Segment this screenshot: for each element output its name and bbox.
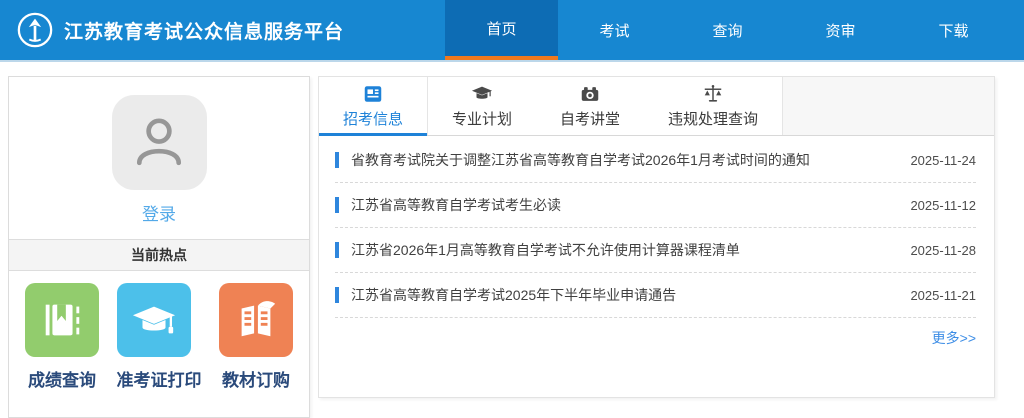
top-header: 江苏教育考试公众信息服务平台 首页 考试 查询 资审 下载 xyxy=(0,0,1024,62)
avatar[interactable] xyxy=(111,95,207,190)
news-date: 2025-11-24 xyxy=(910,152,976,168)
tab-major-plan[interactable]: 专业计划 xyxy=(428,77,537,135)
shortcut-score-query[interactable]: 成绩查询 xyxy=(25,283,99,391)
main-nav: 首页 考试 查询 资审 下载 xyxy=(445,0,1010,60)
shortcut-label: 成绩查询 xyxy=(28,371,96,390)
tab-violation-query[interactable]: 违规处理查询 xyxy=(644,77,783,135)
graduation-cap-icon xyxy=(116,283,191,357)
bullet-bar-icon xyxy=(335,152,339,168)
site-logo-icon xyxy=(16,11,54,49)
content-area: 登录 当前热点 成绩查询 准考证打印 教材订购 招考信息 专业计划 自考讲堂 违… xyxy=(8,76,1016,418)
more-row: 更多>> xyxy=(319,318,994,362)
hot-section-title: 当前热点 xyxy=(9,239,309,271)
bullet-bar-icon xyxy=(335,242,339,258)
more-link[interactable]: 更多>> xyxy=(932,330,976,346)
news-tabbar: 招考信息 专业计划 自考讲堂 违规处理查询 xyxy=(319,77,994,136)
tab-admission-info[interactable]: 招考信息 xyxy=(319,77,429,136)
nav-item-query[interactable]: 查询 xyxy=(671,0,784,60)
tab-label: 违规处理查询 xyxy=(668,111,759,128)
open-book-icon xyxy=(219,283,293,357)
news-date: 2025-11-21 xyxy=(910,287,976,303)
news-item[interactable]: 省教育考试院关于调整江苏省高等教育自学考试2026年1月考试时间的通知 2025… xyxy=(335,138,976,183)
tab-label: 招考信息 xyxy=(343,111,404,128)
news-date: 2025-11-12 xyxy=(910,197,976,213)
nav-item-review[interactable]: 资审 xyxy=(784,0,897,60)
shortcut-admission-ticket[interactable]: 准考证打印 xyxy=(116,283,202,391)
sidebar-panel: 登录 当前热点 成绩查询 准考证打印 教材订购 xyxy=(8,76,310,418)
site-title: 江苏教育考试公众信息服务平台 xyxy=(64,21,345,43)
shortcut-label: 准考证打印 xyxy=(116,371,202,390)
graduation-cap-icon xyxy=(471,83,493,105)
scales-icon xyxy=(702,83,724,105)
tab-label: 专业计划 xyxy=(452,111,513,128)
news-panel: 招考信息 专业计划 自考讲堂 违规处理查询 省教育考试院关于调整江苏省高等教育自… xyxy=(318,76,995,398)
nav-item-exam[interactable]: 考试 xyxy=(558,0,671,60)
user-icon xyxy=(131,114,187,171)
news-title[interactable]: 江苏省高等教育自学考试2025年下半年毕业申请通告 xyxy=(351,285,894,305)
shortcut-grid: 成绩查询 准考证打印 教材订购 xyxy=(9,271,309,417)
login-link[interactable]: 登录 xyxy=(142,200,176,225)
bullet-bar-icon xyxy=(335,287,339,303)
news-item[interactable]: 江苏省2026年1月高等教育自学考试不允许使用计算器课程清单 2025-11-2… xyxy=(335,228,976,273)
news-item[interactable]: 江苏省高等教育自学考试2025年下半年毕业申请通告 2025-11-21 xyxy=(335,273,976,318)
tab-label: 自考讲堂 xyxy=(560,111,621,128)
tabbar-filler xyxy=(782,77,994,135)
book-bookmark-icon xyxy=(25,283,99,357)
news-title[interactable]: 江苏省高等教育自学考试考生必读 xyxy=(351,195,894,215)
nav-item-home[interactable]: 首页 xyxy=(445,0,558,60)
brand: 江苏教育考试公众信息服务平台 xyxy=(0,0,344,60)
newspaper-icon xyxy=(362,83,384,105)
login-box: 登录 xyxy=(9,77,309,239)
news-date: 2025-11-28 xyxy=(910,242,976,258)
shortcut-label: 教材订购 xyxy=(222,371,290,390)
tab-self-exam-lecture[interactable]: 自考讲堂 xyxy=(536,77,645,135)
bullet-bar-icon xyxy=(335,197,339,213)
nav-item-download[interactable]: 下载 xyxy=(897,0,1010,60)
news-title[interactable]: 省教育考试院关于调整江苏省高等教育自学考试2026年1月考试时间的通知 xyxy=(351,150,894,170)
lecture-hall-icon xyxy=(579,83,601,105)
news-item[interactable]: 江苏省高等教育自学考试考生必读 2025-11-12 xyxy=(335,183,976,228)
news-list: 省教育考试院关于调整江苏省高等教育自学考试2026年1月考试时间的通知 2025… xyxy=(319,136,994,318)
news-title[interactable]: 江苏省2026年1月高等教育自学考试不允许使用计算器课程清单 xyxy=(351,240,894,260)
shortcut-textbook-order[interactable]: 教材订购 xyxy=(219,283,293,391)
